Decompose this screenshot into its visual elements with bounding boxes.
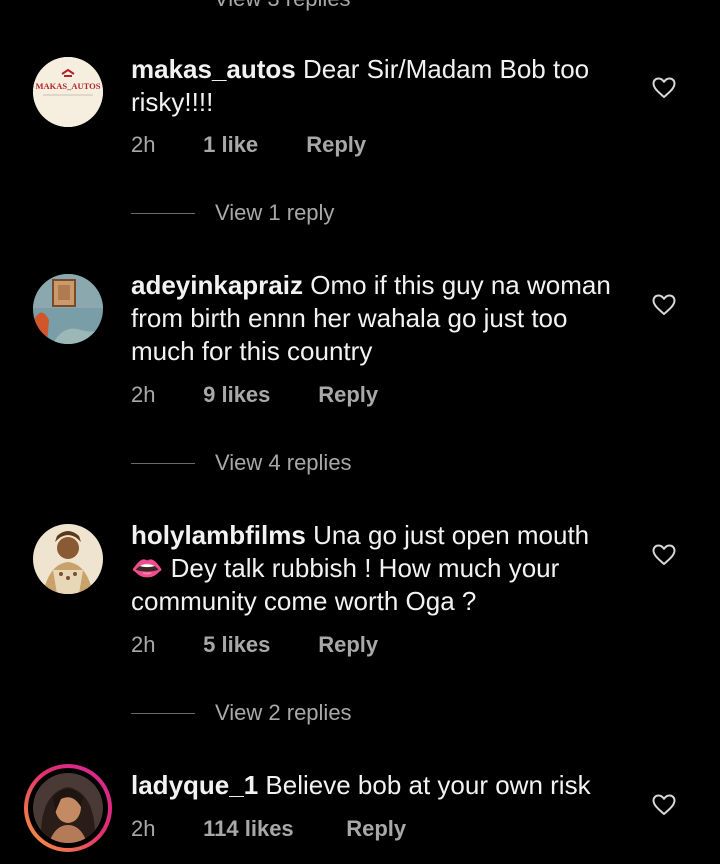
comment-meta: 2h 9 likes Reply bbox=[131, 382, 378, 408]
comment-body: Believe bob at your own risk bbox=[265, 770, 591, 800]
likes-count[interactable]: 1 like bbox=[203, 132, 300, 158]
username[interactable]: holylambfilms bbox=[131, 520, 306, 550]
comment-text: makas_autos Dear Sir/Madam Bob too risky… bbox=[131, 53, 621, 119]
ladyque-avatar bbox=[33, 773, 103, 843]
svg-text:MAKAS_AUTOS: MAKAS_AUTOS bbox=[35, 81, 100, 91]
timestamp: 2h bbox=[131, 132, 156, 157]
avatar[interactable]: MAKAS_AUTOS bbox=[33, 57, 103, 127]
reply-button[interactable]: Reply bbox=[306, 132, 366, 158]
likes-count[interactable]: 114 likes bbox=[203, 816, 340, 842]
divider bbox=[131, 712, 195, 714]
timestamp: 2h bbox=[131, 816, 156, 841]
username[interactable]: makas_autos bbox=[131, 54, 296, 84]
reply-button[interactable]: Reply bbox=[346, 816, 406, 842]
view-replies-top-cut[interactable]: View 3 replies bbox=[214, 0, 351, 12]
avatar[interactable] bbox=[33, 274, 103, 344]
comment-text: adeyinkapraiz Omo if this guy na woman f… bbox=[131, 269, 621, 368]
reply-button[interactable]: Reply bbox=[318, 382, 378, 408]
comment-meta: 2h 1 like Reply bbox=[131, 132, 366, 158]
likes-count[interactable]: 9 likes bbox=[203, 382, 312, 408]
timestamp: 2h bbox=[131, 632, 156, 657]
makas-autos-logo: MAKAS_AUTOS bbox=[33, 57, 103, 127]
comment-meta: 2h 5 likes Reply bbox=[131, 632, 378, 658]
view-replies-button[interactable]: View 1 reply bbox=[131, 200, 334, 226]
heart-outline-icon[interactable] bbox=[652, 77, 676, 99]
username[interactable]: ladyque_1 bbox=[131, 770, 258, 800]
heart-outline-icon[interactable] bbox=[652, 294, 676, 316]
reply-button[interactable]: Reply bbox=[318, 632, 378, 658]
heart-outline-icon[interactable] bbox=[652, 794, 676, 816]
avatar[interactable] bbox=[33, 524, 103, 594]
adeyinkapraiz-avatar bbox=[33, 274, 103, 344]
view-replies-button[interactable]: View 4 replies bbox=[131, 450, 352, 476]
divider bbox=[131, 462, 195, 464]
view-replies-button[interactable]: View 2 replies bbox=[131, 700, 352, 726]
timestamp: 2h bbox=[131, 382, 156, 407]
avatar bbox=[33, 773, 103, 843]
divider bbox=[131, 212, 195, 214]
heart-outline-icon[interactable] bbox=[652, 544, 676, 566]
comment-text: holylambfilms Una go just open mouth 👄 D… bbox=[131, 519, 621, 618]
username[interactable]: adeyinkapraiz bbox=[131, 270, 303, 300]
comment-meta: 2h 114 likes Reply bbox=[131, 816, 406, 842]
likes-count[interactable]: 5 likes bbox=[203, 632, 312, 658]
story-ring[interactable] bbox=[24, 764, 112, 852]
comment-text: ladyque_1 Believe bob at your own risk bbox=[131, 769, 621, 802]
holylambfilms-avatar bbox=[33, 524, 103, 594]
